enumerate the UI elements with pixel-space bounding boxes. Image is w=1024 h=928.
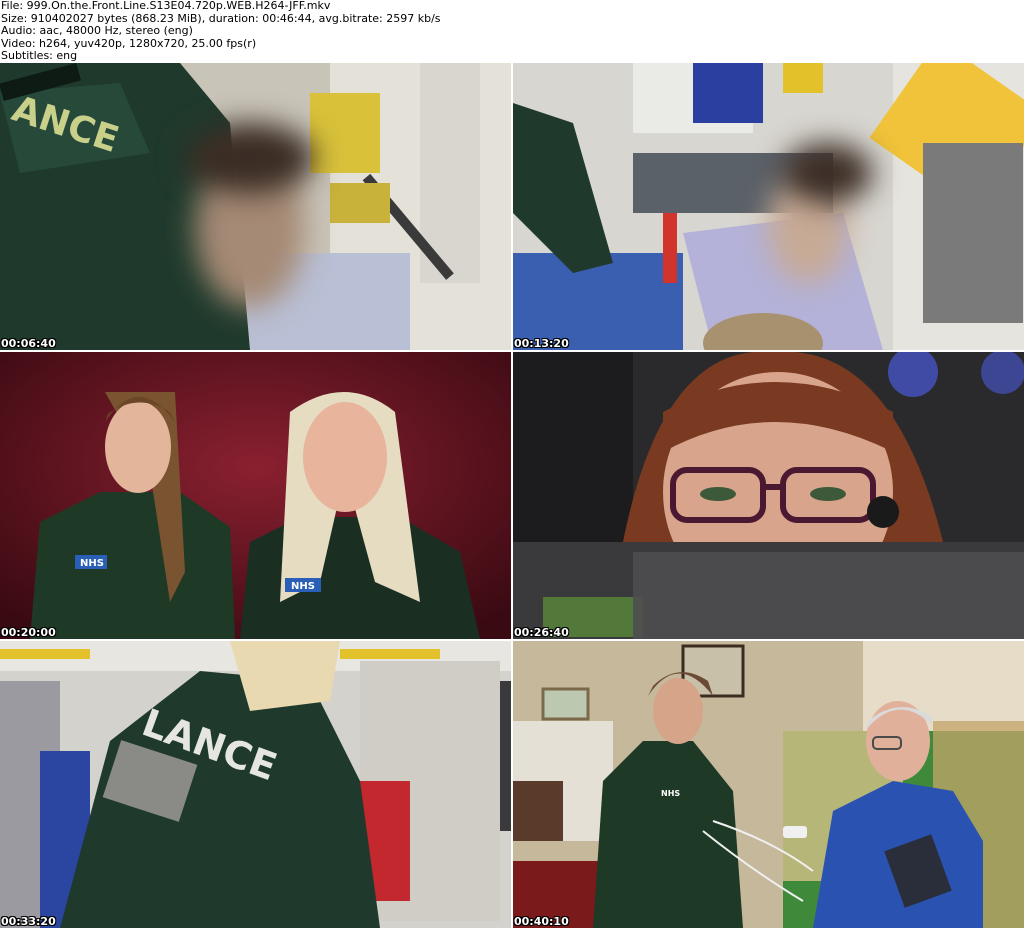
thumbnail-3-image: NHS NHS — [0, 352, 511, 639]
audio-info-line: Audio: aac, 48000 Hz, stereo (eng) — [1, 24, 193, 37]
thumbnail-4[interactable]: 00:26:40 — [513, 352, 1024, 639]
thumbnail-1[interactable]: ANCE 00:06:40 — [0, 63, 511, 350]
subtitles-line: Subtitles: eng — [1, 49, 78, 62]
thumbnail-6-badge: NHS — [661, 789, 680, 798]
file-name-line: File: 999.On.the.Front.Line.S13E04.720p.… — [1, 0, 331, 12]
thumbnail-5[interactable]: LANCE 00:33:20 — [0, 641, 511, 928]
thumbnail-3-left-badge: NHS — [80, 558, 104, 569]
thumbnail-2-image — [513, 63, 1024, 350]
file-info-header: File: 999.On.the.Front.Line.S13E04.720p.… — [0, 0, 1024, 63]
thumbnail-3-timestamp: 00:20:00 — [1, 626, 56, 639]
thumbnail-5-image: LANCE — [0, 641, 511, 928]
thumbnail-6-timestamp: 00:40:10 — [514, 915, 569, 928]
thumbnail-4-image — [513, 352, 1024, 639]
thumbnail-grid: ANCE 00:06:40 00:13:20 NHS NHS 00:20:00 … — [0, 63, 1024, 928]
blurred-hair — [185, 123, 315, 193]
video-info-line: Video: h264, yuv420p, 1280x720, 25.00 fp… — [1, 36, 257, 50]
thumbnail-5-timestamp: 00:33:20 — [1, 915, 56, 928]
thumbnail-1-timestamp: 00:06:40 — [1, 337, 56, 350]
blurred-hair — [783, 143, 873, 203]
thumbnail-6-image: NHS — [513, 641, 1024, 928]
thumbnail-3-right-badge: NHS — [291, 581, 315, 592]
thumbnail-4-timestamp: 00:26:40 — [514, 626, 569, 639]
thumbnail-3[interactable]: NHS NHS 00:20:00 — [0, 352, 511, 639]
thumbnail-2-timestamp: 00:13:20 — [514, 337, 569, 350]
thumbnail-2[interactable]: 00:13:20 — [513, 63, 1024, 350]
thumbnail-6[interactable]: NHS 00:40:10 — [513, 641, 1024, 928]
